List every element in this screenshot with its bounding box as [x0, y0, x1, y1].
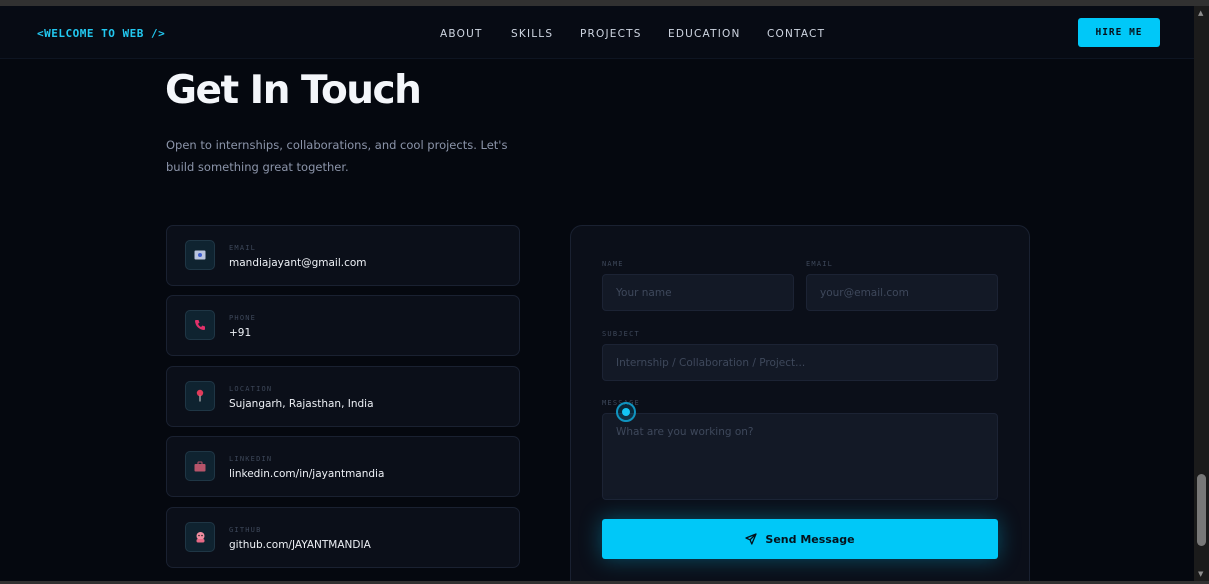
scrollbar-thumb[interactable] — [1197, 474, 1206, 546]
contact-card-value: +91 — [229, 327, 252, 339]
page-scrollbar[interactable]: ▲ ▼ — [1194, 6, 1209, 581]
contact-card-value: Sujangarh, Rajasthan, India — [229, 398, 374, 410]
contact-card-location[interactable]: LOCATION Sujangarh, Rajasthan, India — [166, 366, 520, 427]
contact-card-label: PHONE — [229, 314, 257, 322]
mouse-cursor-indicator — [616, 402, 636, 422]
send-icon — [745, 533, 758, 545]
contact-card-value: mandiajayant@gmail.com — [229, 257, 367, 269]
contact-card-github[interactable]: GITHUB github.com/JAYANTMANDIA — [166, 507, 520, 568]
scroll-up-arrow-icon[interactable]: ▲ — [1198, 9, 1203, 17]
phone-icon — [185, 310, 215, 340]
scroll-down-arrow-icon[interactable]: ▼ — [1198, 570, 1203, 578]
nav-link-about[interactable]: ABOUT — [440, 28, 483, 40]
email-input[interactable]: your@email.com — [806, 274, 998, 311]
contact-card-value: github.com/JAYANTMANDIA — [229, 539, 371, 551]
subject-label: SUBJECT — [602, 330, 640, 338]
email-label: EMAIL — [806, 260, 834, 268]
pin-icon — [185, 381, 215, 411]
nav-link-education[interactable]: EDUCATION — [668, 28, 741, 40]
contact-card-label: LOCATION — [229, 385, 273, 393]
subject-input[interactable]: Internship / Collaboration / Project... — [602, 344, 998, 381]
nav-link-contact[interactable]: CONTACT — [767, 28, 825, 40]
contact-card-label: LINKEDIN — [229, 455, 273, 463]
top-navbar: <WELCOME TO WEB /> ABOUT SKILLS PROJECTS… — [0, 6, 1194, 59]
contact-card-label: GITHUB — [229, 526, 262, 534]
nav-link-projects[interactable]: PROJECTS — [580, 28, 642, 40]
send-message-label: Send Message — [765, 532, 855, 546]
send-message-button[interactable]: Send Message — [602, 519, 998, 559]
contact-card-email[interactable]: EMAIL mandiajayant@gmail.com — [166, 225, 520, 286]
octopus-icon — [185, 522, 215, 552]
envelope-icon — [185, 240, 215, 270]
name-label: NAME — [602, 260, 624, 268]
contact-card-phone[interactable]: PHONE +91 — [166, 295, 520, 356]
contact-card-label: EMAIL — [229, 244, 257, 252]
page-viewport: <WELCOME TO WEB /> ABOUT SKILLS PROJECTS… — [0, 6, 1194, 581]
briefcase-icon — [185, 451, 215, 481]
page-subtitle: Open to internships, collaborations, and… — [166, 138, 508, 174]
name-input[interactable]: Your name — [602, 274, 794, 311]
nav-link-skills[interactable]: SKILLS — [511, 28, 553, 40]
hire-me-button[interactable]: HIRE ME — [1078, 18, 1160, 47]
contact-card-value: linkedin.com/in/jayantmandia — [229, 468, 385, 480]
page-title: Get In Touch — [165, 68, 422, 113]
message-textarea[interactable]: What are you working on? — [602, 413, 998, 500]
contact-card-linkedin[interactable]: LINKEDIN linkedin.com/in/jayantmandia — [166, 436, 520, 497]
site-logo[interactable]: <WELCOME TO WEB /> — [37, 27, 165, 40]
